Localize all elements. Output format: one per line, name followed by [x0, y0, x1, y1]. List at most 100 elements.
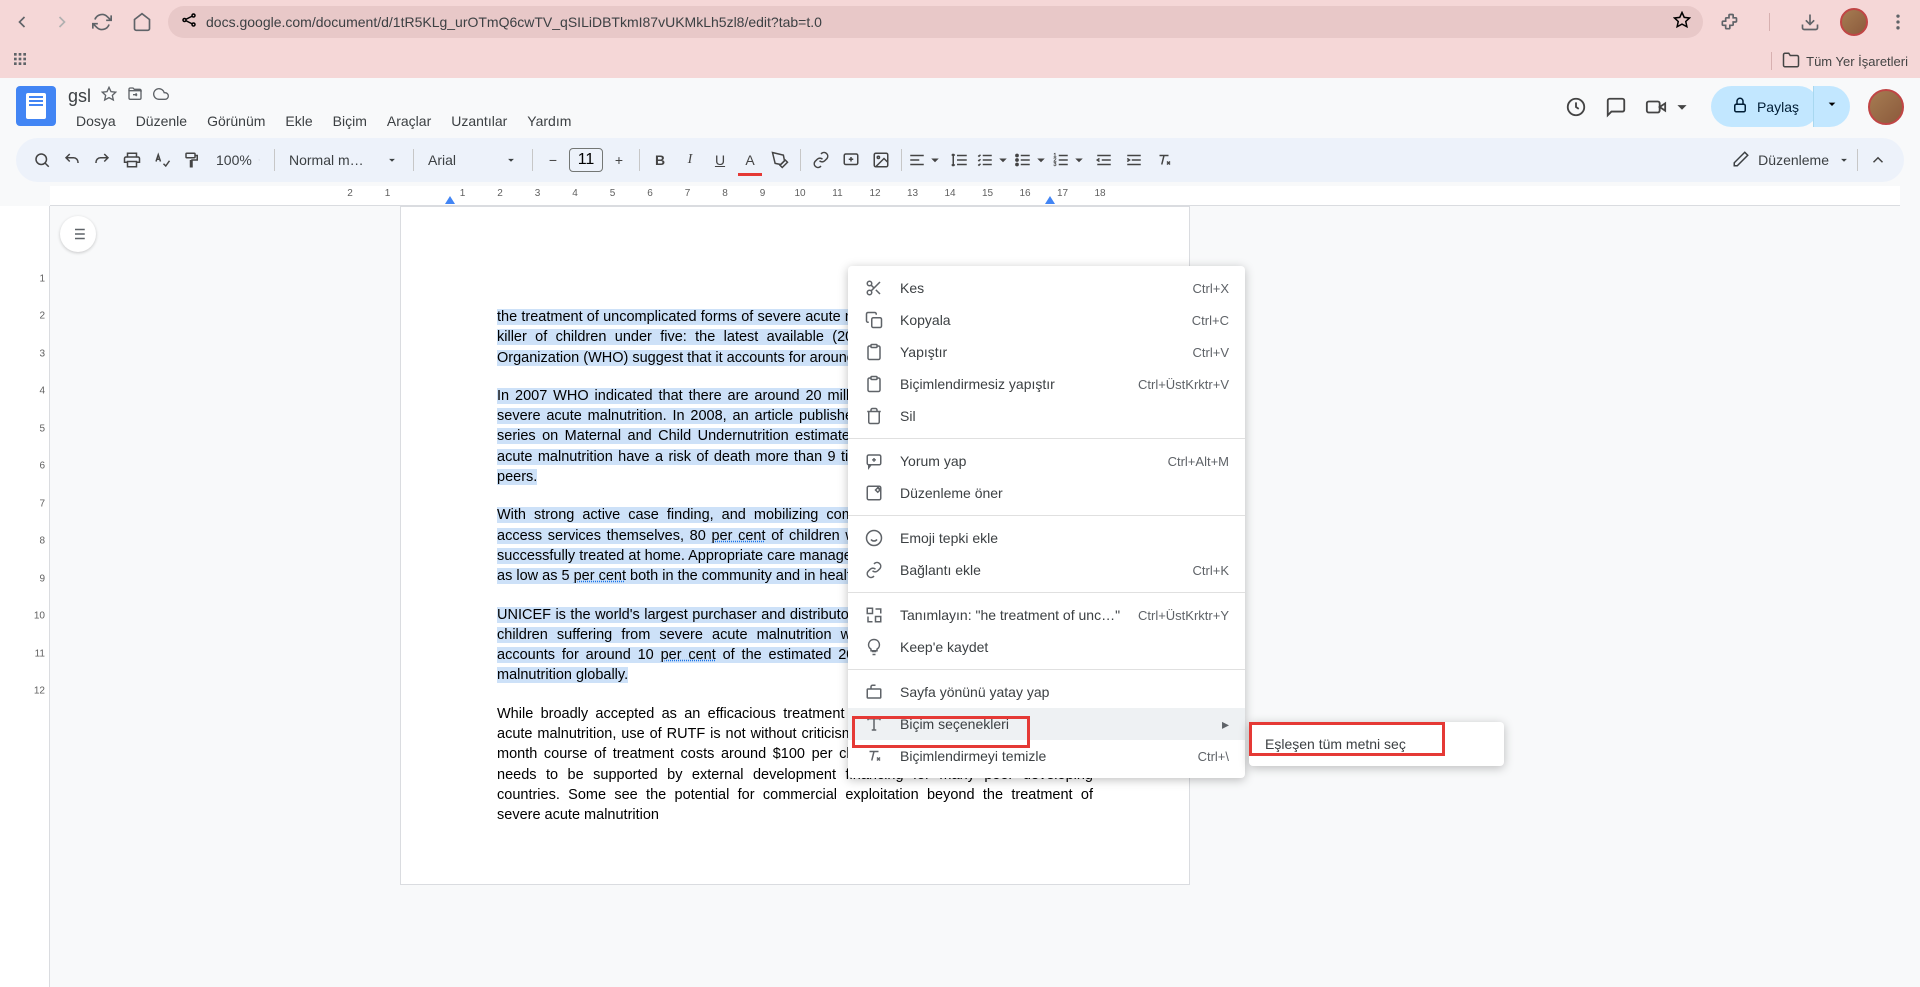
context-submenu-item[interactable]: Eşleşen tüm metni seç: [1249, 728, 1504, 760]
line-spacing-button[interactable]: [946, 146, 974, 174]
bold-button[interactable]: B: [646, 146, 674, 174]
menu-tools[interactable]: Araçlar: [379, 109, 439, 133]
menu-bar: Dosya Düzenle Görünüm Ekle Biçim Araçlar…: [68, 109, 1565, 133]
context-submenu[interactable]: Eşleşen tüm metni seç: [1249, 722, 1504, 766]
context-menu-item[interactable]: Biçim seçenekleri▸: [848, 708, 1245, 740]
editing-mode-select[interactable]: Düzenleme: [1732, 150, 1851, 171]
shortcut-label: Ctrl+C: [1192, 313, 1229, 328]
context-menu-item[interactable]: Emoji tepki ekle: [848, 522, 1245, 554]
profile-avatar[interactable]: [1840, 8, 1868, 36]
underline-button[interactable]: U: [706, 146, 734, 174]
text-color-button[interactable]: A: [736, 146, 764, 174]
back-button[interactable]: [8, 8, 36, 36]
star-icon[interactable]: [101, 86, 117, 107]
apps-grid-icon[interactable]: [12, 51, 32, 71]
ruler-tick: 6: [39, 461, 45, 472]
ruler-tick: 7: [685, 188, 691, 199]
menu-edit[interactable]: Düzenle: [128, 109, 195, 133]
docs-logo-icon[interactable]: [16, 86, 56, 126]
horizontal-ruler[interactable]: 21123456789101112131415161718: [0, 186, 1920, 206]
menu-format[interactable]: Biçim: [325, 109, 375, 133]
context-menu-item[interactable]: Tanımlayın: "he treatment of unc…"Ctrl+Ü…: [848, 599, 1245, 631]
shortcut-label: Ctrl+X: [1193, 281, 1229, 296]
print-icon[interactable]: [118, 146, 146, 174]
all-bookmarks-button[interactable]: Tüm Yer İşaretleri: [1782, 51, 1908, 72]
downloads-icon[interactable]: [1796, 8, 1824, 36]
paragraph-style-select[interactable]: Normal m…: [281, 152, 407, 168]
search-icon: [864, 606, 884, 624]
reload-button[interactable]: [88, 8, 116, 36]
collapse-toolbar-button[interactable]: [1864, 146, 1892, 174]
redo-icon[interactable]: [88, 146, 116, 174]
align-button[interactable]: [908, 146, 944, 174]
font-select[interactable]: Arial: [420, 152, 526, 168]
context-menu-item[interactable]: Düzenleme öner: [848, 477, 1245, 509]
menu-help[interactable]: Yardım: [519, 109, 579, 133]
context-menu-item[interactable]: Biçimlendirmeyi temizleCtrl+\: [848, 740, 1245, 772]
site-info-icon[interactable]: [180, 11, 198, 34]
checklist-button[interactable]: [976, 146, 1012, 174]
highlight-color-button[interactable]: [766, 146, 794, 174]
menu-insert[interactable]: Ekle: [277, 109, 320, 133]
shortcut-label: Ctrl+ÜstKrktr+V: [1138, 377, 1229, 392]
context-menu-item[interactable]: Sil: [848, 400, 1245, 432]
context-menu-label: Yapıştır: [900, 344, 1177, 360]
extensions-icon[interactable]: [1715, 8, 1743, 36]
menu-extensions[interactable]: Uzantılar: [443, 109, 515, 133]
browser-menu-icon[interactable]: [1884, 8, 1912, 36]
ruler-tick: 12: [34, 686, 45, 697]
ruler-tick: 16: [1019, 188, 1030, 199]
history-icon[interactable]: [1565, 96, 1587, 118]
menu-file[interactable]: Dosya: [68, 109, 124, 133]
clear-formatting-button[interactable]: [1150, 146, 1178, 174]
context-menu-item[interactable]: Sayfa yönünü yatay yap: [848, 676, 1245, 708]
undo-icon[interactable]: [58, 146, 86, 174]
bulleted-list-button[interactable]: [1014, 146, 1050, 174]
account-avatar[interactable]: [1868, 89, 1904, 125]
ruler-tick: 10: [34, 611, 45, 622]
search-menus-icon[interactable]: [28, 146, 56, 174]
document-title[interactable]: gsl: [68, 86, 91, 107]
menu-view[interactable]: Görünüm: [199, 109, 273, 133]
meet-icon[interactable]: [1645, 96, 1693, 118]
cloud-status-icon[interactable]: [153, 86, 169, 107]
move-icon[interactable]: [127, 86, 143, 107]
context-menu-item[interactable]: KesCtrl+X: [848, 272, 1245, 304]
context-menu-item[interactable]: Yapıştır Ctrl+V: [848, 336, 1245, 368]
insert-link-button[interactable]: [807, 146, 835, 174]
insert-image-button[interactable]: [867, 146, 895, 174]
outline-toggle-button[interactable]: [60, 216, 96, 252]
share-button[interactable]: Paylaş: [1711, 86, 1819, 127]
context-menu[interactable]: KesCtrl+XKopyalaCtrl+C Yapıştır Ctrl+V Biçi…: [848, 266, 1245, 778]
context-menu-label: Biçimlendirmesiz yapıştır: [900, 376, 1122, 392]
increase-indent-button[interactable]: [1120, 146, 1148, 174]
font-size-decrease[interactable]: −: [539, 146, 567, 174]
ruler-tick: 5: [610, 188, 616, 199]
home-button[interactable]: [128, 8, 156, 36]
shortcut-label: Ctrl+ÜstKrktr+Y: [1138, 608, 1229, 623]
comments-icon[interactable]: [1605, 96, 1627, 118]
font-size-increase[interactable]: +: [605, 146, 633, 174]
italic-button[interactable]: I: [676, 146, 704, 174]
zoom-select[interactable]: 100%: [208, 152, 268, 168]
address-bar[interactable]: docs.google.com/document/d/1tR5KLg_urOTm…: [168, 6, 1703, 38]
bookmark-star-icon[interactable]: [1673, 11, 1691, 34]
share-dropdown[interactable]: [1813, 86, 1850, 127]
context-menu-item[interactable]: KopyalaCtrl+C: [848, 304, 1245, 336]
paste-icon: [864, 375, 884, 393]
decrease-indent-button[interactable]: [1090, 146, 1118, 174]
vertical-ruler[interactable]: 123456789101112: [0, 206, 50, 987]
folder-icon: [1782, 51, 1800, 72]
numbered-list-button[interactable]: 123: [1052, 146, 1088, 174]
shortcut-label: Ctrl+V: [1193, 345, 1229, 360]
font-size-input[interactable]: 11: [569, 148, 603, 172]
context-menu-item[interactable]: Keep'e kaydet: [848, 631, 1245, 663]
insert-comment-button[interactable]: [837, 146, 865, 174]
context-menu-item[interactable]: Biçimlendirmesiz yapıştır Ctrl+ÜstKrktr+V: [848, 368, 1245, 400]
paint-format-icon[interactable]: [178, 146, 206, 174]
spellcheck-icon[interactable]: [148, 146, 176, 174]
context-menu-item[interactable]: Yorum yapCtrl+Alt+M: [848, 445, 1245, 477]
ruler-tick: 3: [535, 188, 541, 199]
context-menu-item[interactable]: Bağlantı ekleCtrl+K: [848, 554, 1245, 586]
ruler-tick: 4: [572, 188, 578, 199]
